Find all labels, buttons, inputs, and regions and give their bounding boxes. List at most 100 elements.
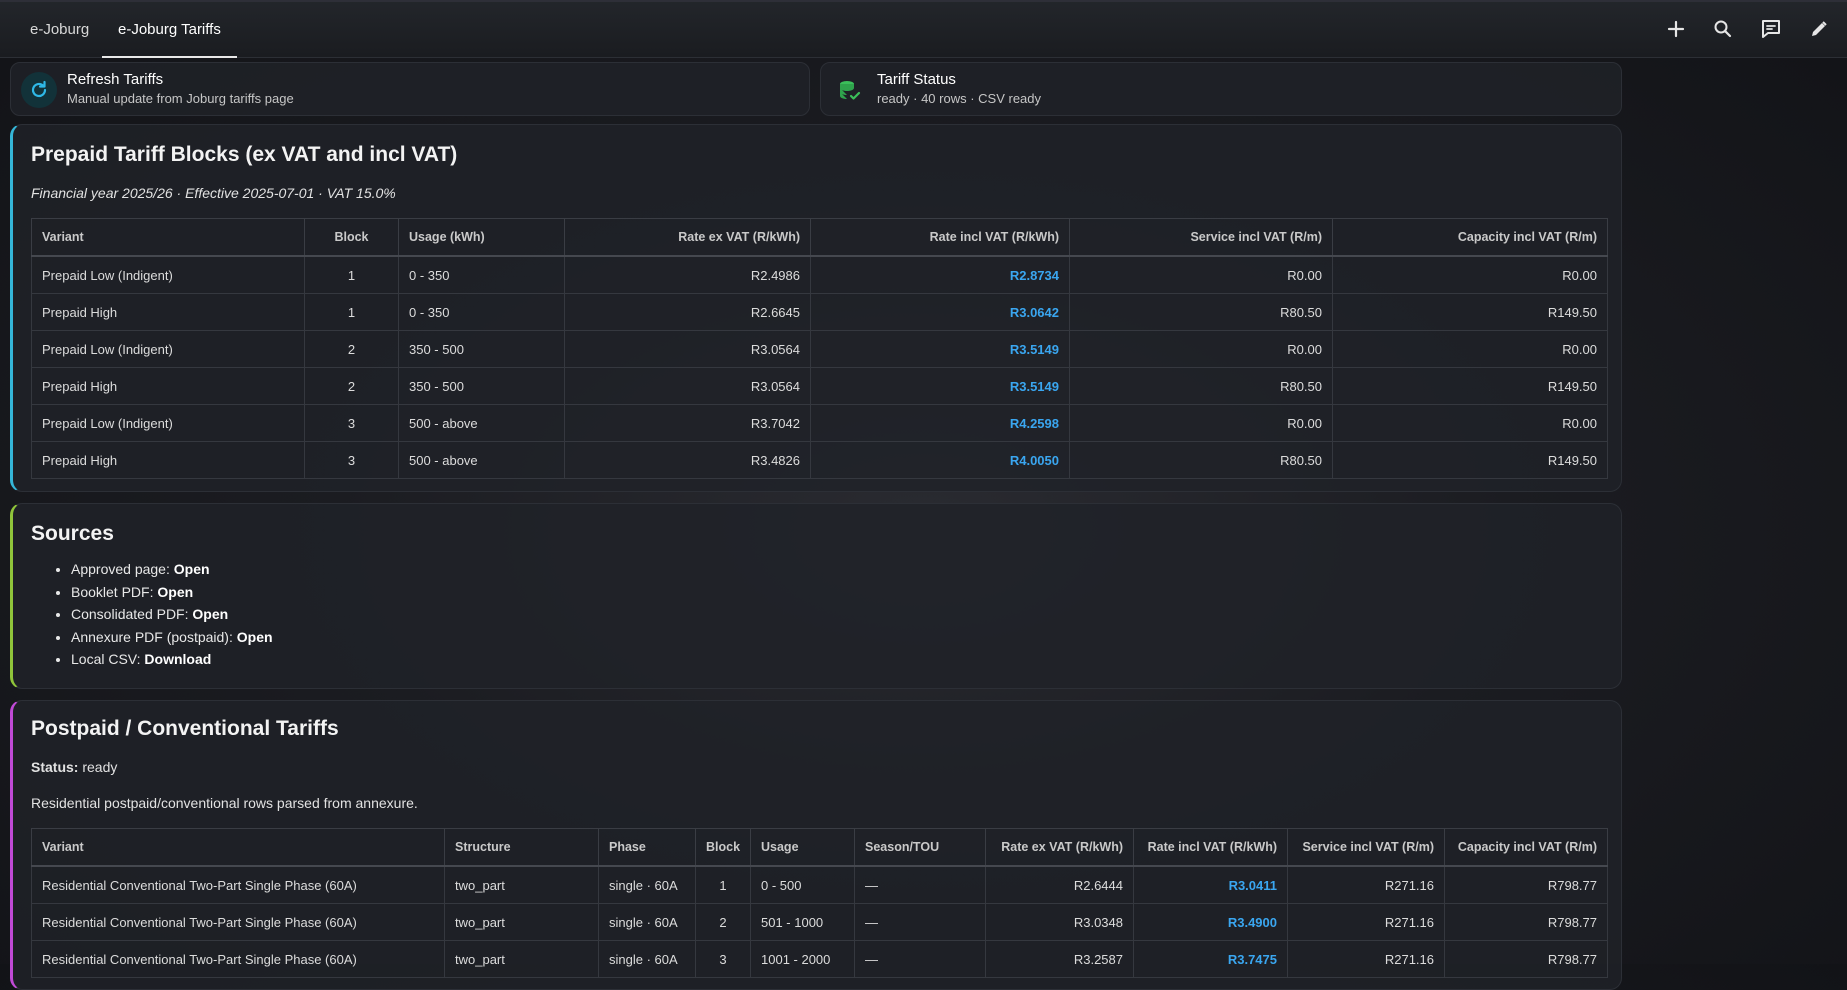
list-item: Annexure PDF (postpaid): Open [71,626,273,649]
source-link-consolidated-pdf[interactable]: Open [192,606,228,622]
sources-section: Sources Approved page: Open Booklet PDF:… [10,503,1622,689]
source-label: Booklet PDF: [71,583,154,600]
list-item: Booklet PDF: Open [71,581,273,604]
top-accent-line [0,0,1847,2]
refresh-tariffs-card[interactable]: Refresh Tariffs Manual update from Jobur… [10,62,810,116]
table-row: Residential Conventional Two-Part Single… [31,940,1608,978]
postpaid-description: Residential postpaid/conventional rows p… [31,795,418,811]
cell-capacity: R0.00 [1332,404,1608,442]
cell-rate-ex-vat: R2.6645 [564,293,811,331]
source-label: Annexure PDF (postpaid): [71,628,233,645]
cell-block: 1 [304,255,399,294]
source-link-approved-page[interactable]: Open [174,561,210,577]
table-row: Prepaid High 2 350 - 500 R3.0564 R3.5149… [31,367,1608,405]
prepaid-section-title: Prepaid Tariff Blocks (ex VAT and incl V… [31,143,458,166]
cell-capacity: R149.50 [1332,367,1608,405]
cell-rate-incl-vat: R2.8734 [810,255,1070,294]
cell-service: R271.16 [1287,940,1445,978]
cell-rate-ex-vat: R3.0564 [564,330,811,368]
cell-block: 2 [304,330,399,368]
refresh-card-subtitle: Manual update from Joburg tariffs page [67,91,294,106]
table-row: Prepaid High 1 0 - 350 R2.6645 R3.0642 R… [31,293,1608,331]
cell-service: R0.00 [1069,255,1333,294]
cell-phase: single · 60A [598,940,696,978]
cell-rate-ex-vat: R3.0564 [564,367,811,405]
table-row: Residential Conventional Two-Part Single… [31,903,1608,941]
tab-e-joburg-tariffs[interactable]: e-Joburg Tariffs [102,0,237,58]
source-label: Consolidated PDF: [71,606,189,622]
column-header: Capacity incl VAT (R/m) [1444,828,1608,867]
cell-rate-incl-vat: R3.0642 [810,293,1070,331]
tab-e-joburg[interactable]: e-Joburg [14,0,105,58]
list-item: Consolidated PDF: Open [71,603,273,626]
column-header: Rate incl VAT (R/kWh) [810,218,1070,257]
top-app-bar: e-Joburg e-Joburg Tariffs [0,0,1847,58]
table-header-row: Variant Block Usage (kWh) Rate ex VAT (R… [31,218,1608,257]
pencil-icon[interactable] [1804,14,1834,44]
cell-rate-incl-vat: R3.4900 [1133,903,1288,941]
cell-variant: Prepaid High [31,293,305,331]
source-label: Local CSV: [71,651,141,667]
column-header: Variant [31,218,305,257]
table-row: Prepaid Low (Indigent) 2 350 - 500 R3.05… [31,330,1608,368]
cell-usage: 500 - above [398,441,565,479]
cell-rate-ex-vat: R3.7042 [564,404,811,442]
cell-capacity: R0.00 [1332,330,1608,368]
cell-service: R271.16 [1287,865,1445,904]
cell-capacity: R798.77 [1444,940,1608,978]
prepaid-tariffs-section: Prepaid Tariff Blocks (ex VAT and incl V… [10,124,1622,492]
table-row: Prepaid Low (Indigent) 1 0 - 350 R2.4986… [31,255,1608,294]
cell-block: 3 [304,404,399,442]
table-header-row: Variant Structure Phase Block Usage Seas… [31,828,1608,867]
cell-usage: 1001 - 2000 [750,940,855,978]
cell-usage: 501 - 1000 [750,903,855,941]
search-icon[interactable] [1708,14,1738,44]
column-header: Rate ex VAT (R/kWh) [564,218,811,257]
cell-season-tou: — [854,865,986,904]
cell-service: R0.00 [1069,404,1333,442]
cell-service: R0.00 [1069,330,1333,368]
tariff-status-card: Tariff Status ready · 40 rows · CSV read… [820,62,1622,116]
source-link-annexure-pdf[interactable]: Open [237,629,273,645]
cell-usage: 0 - 500 [750,865,855,904]
status-card-title: Tariff Status [877,71,956,88]
sources-title: Sources [31,522,114,545]
cell-rate-incl-vat: R4.2598 [810,404,1070,442]
cell-season-tou: — [854,940,986,978]
cell-service: R80.50 [1069,293,1333,331]
column-header: Rate incl VAT (R/kWh) [1133,828,1288,867]
column-header: Variant [31,828,445,867]
postpaid-table: Variant Structure Phase Block Usage Seas… [31,828,1608,978]
refresh-card-title: Refresh Tariffs [67,71,164,88]
cell-usage: 0 - 350 [398,255,565,294]
table-row: Prepaid High 3 500 - above R3.4826 R4.00… [31,441,1608,479]
cell-rate-incl-vat: R4.0050 [810,441,1070,479]
cell-variant: Prepaid Low (Indigent) [31,330,305,368]
source-link-local-csv[interactable]: Download [144,651,211,667]
cell-variant: Residential Conventional Two-Part Single… [31,865,445,904]
cell-rate-ex-vat: R3.2587 [985,940,1134,978]
cell-service: R271.16 [1287,903,1445,941]
postpaid-status: Status: ready [31,759,117,775]
cell-capacity: R798.77 [1444,865,1608,904]
cell-usage: 0 - 350 [398,293,565,331]
chat-icon[interactable] [1756,14,1786,44]
cell-variant: Residential Conventional Two-Part Single… [31,940,445,978]
database-check-icon [831,72,867,108]
source-link-booklet-pdf[interactable]: Open [157,584,193,600]
list-item: Approved page: Open [71,558,273,581]
cell-usage: 350 - 500 [398,330,565,368]
cell-block: 2 [304,367,399,405]
cell-phase: single · 60A [598,903,696,941]
plus-icon[interactable] [1661,14,1691,44]
cell-variant: Prepaid High [31,441,305,479]
table-row: Prepaid Low (Indigent) 3 500 - above R3.… [31,404,1608,442]
status-value: ready [82,759,118,775]
column-header: Phase [598,828,696,867]
cell-block: 1 [695,865,751,904]
cell-rate-incl-vat: R3.5149 [810,330,1070,368]
column-header: Season/TOU [854,828,986,867]
cell-capacity: R798.77 [1444,903,1608,941]
cell-variant: Prepaid High [31,367,305,405]
refresh-icon [21,72,57,108]
